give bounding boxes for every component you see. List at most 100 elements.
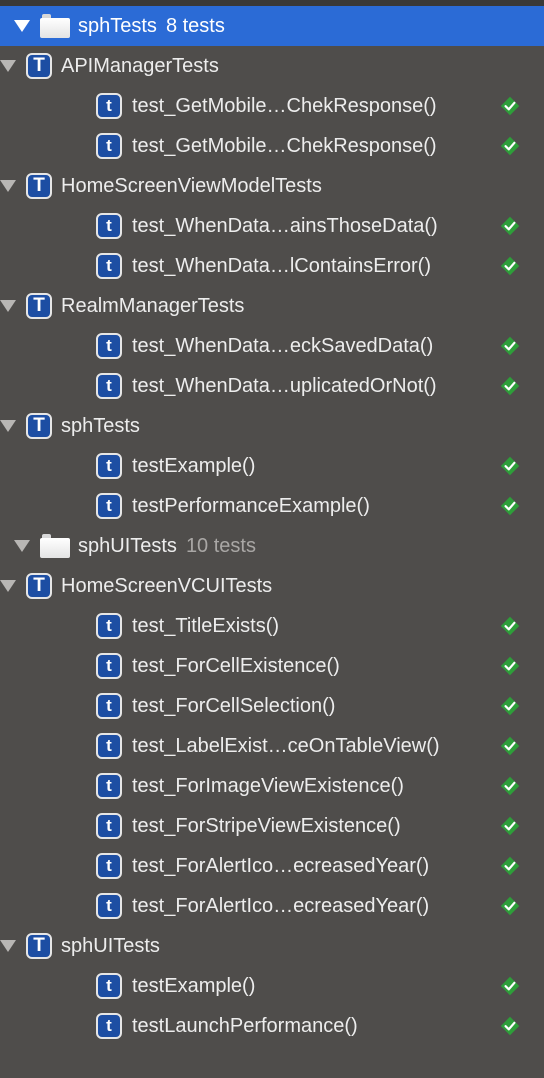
test-bundle-icon <box>40 534 70 558</box>
test-method-icon: t <box>96 133 122 159</box>
test-passed-icon[interactable] <box>500 896 520 916</box>
test-method-icon: t <box>96 893 122 919</box>
method-label: test_WhenData…lContainsError() <box>132 254 431 277</box>
disclosure-triangle-icon[interactable] <box>0 300 16 312</box>
test-class-icon: T <box>26 573 52 599</box>
test-method-icon: t <box>96 813 122 839</box>
test-bundle-row[interactable]: sphTests 8 tests <box>0 6 544 46</box>
class-label: APIManagerTests <box>61 54 219 77</box>
test-method-row[interactable]: t test_ForImageViewExistence() <box>0 766 544 806</box>
test-method-row[interactable]: t test_GetMobile…ChekResponse() <box>0 86 544 126</box>
class-label: sphTests <box>61 414 140 437</box>
method-label: test_ForImageViewExistence() <box>132 774 404 797</box>
test-method-row[interactable]: t testPerformanceExample() <box>0 486 544 526</box>
test-bundle-row[interactable]: sphUITests 10 tests <box>0 526 544 566</box>
test-passed-icon[interactable] <box>500 616 520 636</box>
test-method-icon: t <box>96 93 122 119</box>
test-method-icon: t <box>96 453 122 479</box>
test-passed-icon[interactable] <box>500 696 520 716</box>
method-label: test_ForStripeViewExistence() <box>132 814 401 837</box>
test-method-row[interactable]: t test_ForCellExistence() <box>0 646 544 686</box>
test-method-icon: t <box>96 653 122 679</box>
test-passed-icon[interactable] <box>500 856 520 876</box>
test-method-icon: t <box>96 373 122 399</box>
test-class-row[interactable]: TsphUITests <box>0 926 544 966</box>
test-method-row[interactable]: t test_ForCellSelection() <box>0 686 544 726</box>
test-method-icon: t <box>96 333 122 359</box>
test-method-icon: t <box>96 853 122 879</box>
test-method-row[interactable]: t test_ForAlertIco…ecreasedYear() <box>0 886 544 926</box>
test-method-row[interactable]: t testExample() <box>0 446 544 486</box>
test-class-icon: T <box>26 173 52 199</box>
test-passed-icon[interactable] <box>500 1016 520 1036</box>
test-navigator: sphTests 8 tests T APIManagerTests t test_Get… <box>0 6 544 1046</box>
test-method-row[interactable]: t test_TitleExists() <box>0 606 544 646</box>
test-method-icon: t <box>96 1013 122 1039</box>
test-method-icon: t <box>96 613 122 639</box>
disclosure-triangle-icon[interactable] <box>0 60 16 72</box>
method-label: test_LabelExist…ceOnTableView() <box>132 734 440 757</box>
test-method-row[interactable]: t testExample() <box>0 966 544 1006</box>
test-count: 10 tests <box>185 534 256 557</box>
disclosure-triangle-icon[interactable] <box>14 20 30 32</box>
test-method-row[interactable]: t test_WhenData…ainsThoseData() <box>0 206 544 246</box>
test-class-row[interactable]: T RealmManagerTests <box>0 286 544 326</box>
test-class-icon: T <box>26 413 52 439</box>
test-class-row[interactable]: T HomeScreenViewModelTests <box>0 166 544 206</box>
test-method-icon: t <box>96 733 122 759</box>
method-label: test_ForAlertIco…ecreasedYear() <box>132 894 430 917</box>
test-method-icon: t <box>96 493 122 519</box>
disclosure-triangle-icon[interactable] <box>0 420 16 432</box>
test-passed-icon[interactable] <box>500 336 520 356</box>
class-label: sphUITests <box>61 934 160 957</box>
method-label: test_GetMobile…ChekResponse() <box>132 134 437 157</box>
test-method-row[interactable]: t test_ForAlertIco…ecreasedYear() <box>0 846 544 886</box>
test-passed-icon[interactable] <box>500 456 520 476</box>
class-label: HomeScreenVCUITests <box>61 574 273 597</box>
disclosure-triangle-icon[interactable] <box>0 580 16 592</box>
method-label: test_WhenData…eckSavedData() <box>132 334 434 357</box>
test-method-icon: t <box>96 693 122 719</box>
test-passed-icon[interactable] <box>500 136 520 156</box>
test-method-row[interactable]: t test_GetMobile…ChekResponse() <box>0 126 544 166</box>
method-label: testExample() <box>132 454 256 477</box>
method-label: testExample() <box>132 974 256 997</box>
test-passed-icon[interactable] <box>500 656 520 676</box>
test-class-row[interactable]: TsphTests <box>0 406 544 446</box>
test-passed-icon[interactable] <box>500 496 520 516</box>
disclosure-triangle-icon[interactable] <box>0 940 16 952</box>
method-label: test_ForCellExistence() <box>132 654 340 677</box>
test-method-row[interactable]: t test_WhenData…eckSavedData() <box>0 326 544 366</box>
method-label: test_TitleExists() <box>132 614 280 637</box>
method-label: testLaunchPerformance() <box>132 1014 358 1037</box>
test-passed-icon[interactable] <box>500 256 520 276</box>
test-method-row[interactable]: t test_LabelExist…ceOnTableView() <box>0 726 544 766</box>
test-passed-icon[interactable] <box>500 976 520 996</box>
test-bundle-icon <box>40 14 70 38</box>
test-passed-icon[interactable] <box>500 216 520 236</box>
test-class-row[interactable]: T APIManagerTests <box>0 46 544 86</box>
test-method-row[interactable]: t test_WhenData…lContainsError() <box>0 246 544 286</box>
test-class-icon: T <box>26 53 52 79</box>
test-passed-icon[interactable] <box>500 96 520 116</box>
class-label: HomeScreenViewModelTests <box>61 174 322 197</box>
test-passed-icon[interactable] <box>500 736 520 756</box>
test-class-icon: T <box>26 933 52 959</box>
test-method-row[interactable]: t test_WhenData…uplicatedOrNot() <box>0 366 544 406</box>
test-method-row[interactable]: t testLaunchPerformance() <box>0 1006 544 1046</box>
test-method-icon: t <box>96 773 122 799</box>
bundle-label: sphUITests <box>78 534 177 557</box>
test-passed-icon[interactable] <box>500 776 520 796</box>
test-method-icon: t <box>96 973 122 999</box>
test-passed-icon[interactable] <box>500 376 520 396</box>
test-method-icon: t <box>96 213 122 239</box>
disclosure-triangle-icon[interactable] <box>0 180 16 192</box>
test-method-row[interactable]: t test_ForStripeViewExistence() <box>0 806 544 846</box>
test-count: 8 tests <box>165 14 225 37</box>
disclosure-triangle-icon[interactable] <box>14 540 30 552</box>
method-label: test_WhenData…ainsThoseData() <box>132 214 438 237</box>
method-label: test_WhenData…uplicatedOrNot() <box>132 374 437 397</box>
test-class-row[interactable]: T HomeScreenVCUITests <box>0 566 544 606</box>
test-passed-icon[interactable] <box>500 816 520 836</box>
method-label: testPerformanceExample() <box>132 494 370 517</box>
